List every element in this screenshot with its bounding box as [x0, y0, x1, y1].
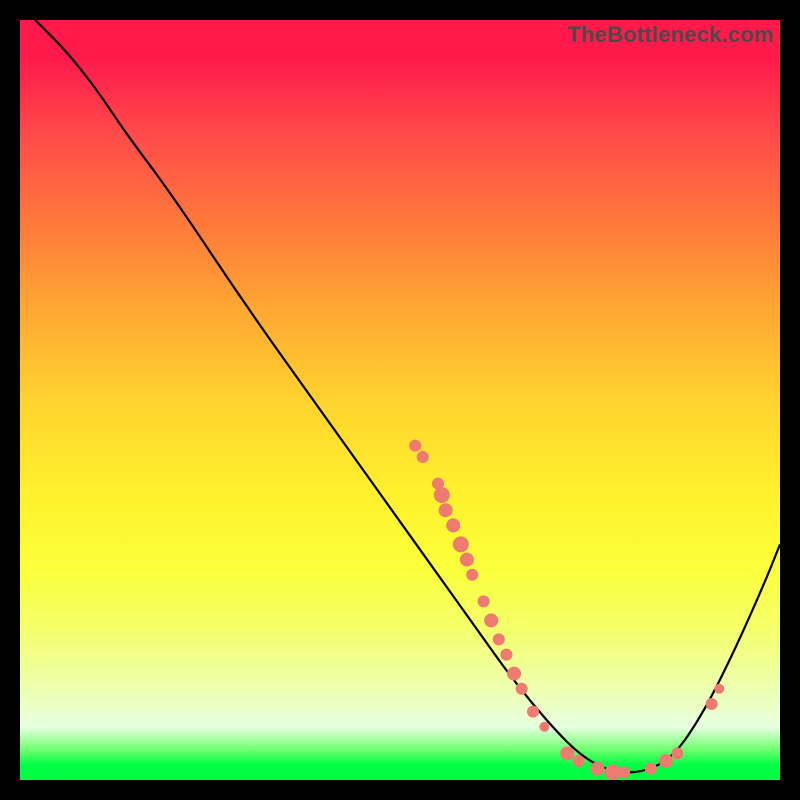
chart-points [409, 440, 724, 780]
chart-overlay [20, 20, 780, 780]
data-point [573, 755, 585, 767]
data-point [417, 451, 429, 463]
data-point [453, 536, 469, 552]
data-point [591, 762, 605, 776]
data-point [460, 553, 474, 567]
data-point [439, 503, 453, 517]
data-point [618, 766, 630, 778]
data-point [659, 754, 673, 768]
data-point [484, 613, 498, 627]
data-point [466, 569, 478, 581]
data-point [539, 722, 549, 732]
data-point [645, 763, 657, 775]
data-point [560, 746, 574, 760]
chart-frame: TheBottleneck.com [20, 20, 780, 780]
data-point [493, 633, 505, 645]
data-point [409, 440, 421, 452]
data-point [507, 667, 521, 681]
data-point [714, 684, 724, 694]
data-point [478, 595, 490, 607]
data-point [446, 518, 460, 532]
data-point [706, 698, 718, 710]
data-point [527, 706, 539, 718]
data-point [516, 683, 528, 695]
data-point [671, 747, 683, 759]
data-point [434, 487, 450, 503]
data-point [500, 649, 512, 661]
chart-curve [35, 20, 780, 772]
